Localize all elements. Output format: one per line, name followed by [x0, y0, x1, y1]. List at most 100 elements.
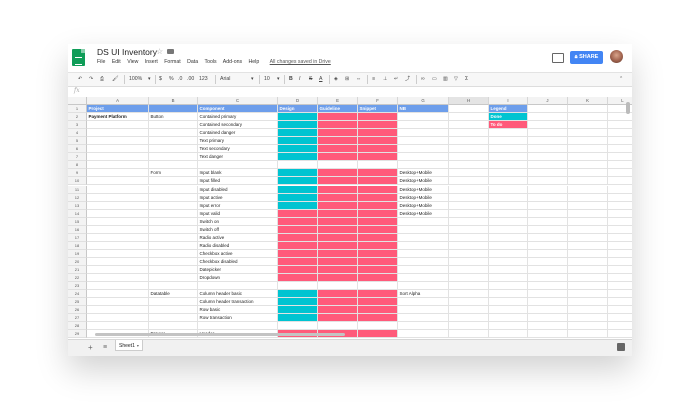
cell-c23[interactable]	[198, 282, 278, 291]
cell-k29[interactable]	[568, 330, 608, 339]
cell-c8[interactable]	[198, 161, 278, 170]
cell-a20[interactable]	[87, 257, 149, 266]
row-header[interactable]: 2	[68, 113, 87, 122]
cell-f13[interactable]	[358, 201, 398, 210]
cell-k9[interactable]	[568, 169, 608, 178]
cell-h24[interactable]	[449, 290, 489, 299]
cell-k22[interactable]	[568, 274, 608, 283]
cell-d18[interactable]	[278, 241, 318, 250]
cell-c6[interactable]: Text secondary	[198, 145, 278, 154]
cell-i8[interactable]	[489, 161, 528, 170]
cell-i22[interactable]	[489, 274, 528, 283]
decrease-decimal-button[interactable]: .0	[178, 76, 182, 83]
cell-k11[interactable]	[568, 185, 608, 194]
cell-j3[interactable]	[528, 121, 568, 130]
cell-e3[interactable]	[318, 121, 358, 130]
cell-a25[interactable]	[87, 298, 149, 307]
cell-d3[interactable]	[278, 121, 318, 130]
menu-edit[interactable]: Edit	[112, 59, 121, 65]
cell-c2[interactable]: Contained primary	[198, 113, 278, 122]
print-icon[interactable]: ⎙	[100, 76, 104, 83]
cell-a21[interactable]	[87, 266, 149, 275]
cell-f25[interactable]	[358, 298, 398, 307]
row-header[interactable]: 18	[68, 241, 87, 250]
cell-b23[interactable]	[149, 282, 198, 291]
cell-l5[interactable]	[608, 137, 632, 146]
cell-l17[interactable]	[608, 234, 632, 242]
cell-k7[interactable]	[568, 153, 608, 162]
cell-h11[interactable]	[449, 185, 489, 194]
cell-f2[interactable]	[358, 113, 398, 122]
cell-l20[interactable]	[608, 258, 632, 266]
cell-l15[interactable]	[608, 218, 632, 226]
cell-a6[interactable]	[87, 145, 149, 154]
cell-a16[interactable]	[87, 225, 149, 234]
cell-k5[interactable]	[568, 137, 608, 146]
cell-j18[interactable]	[528, 241, 568, 250]
cell-h18[interactable]	[449, 241, 489, 250]
cell-g28[interactable]	[398, 322, 449, 331]
cell-e13[interactable]	[318, 201, 358, 210]
cell-b13[interactable]	[149, 201, 198, 210]
row-header[interactable]: 8	[68, 161, 87, 170]
cell-k4[interactable]	[568, 129, 608, 138]
cell-j6[interactable]	[528, 145, 568, 154]
cell-g29[interactable]	[398, 330, 449, 339]
cell-l24[interactable]	[608, 290, 632, 299]
cell-g11[interactable]: Desktop+Mobile	[398, 185, 449, 194]
cell-f19[interactable]	[358, 249, 398, 258]
cell-d25[interactable]	[278, 298, 318, 307]
cell-b26[interactable]	[149, 306, 198, 315]
cell-h20[interactable]	[449, 257, 489, 266]
filter-icon[interactable]: ▽	[454, 76, 458, 83]
cell-k2[interactable]	[568, 113, 608, 122]
cell-f27[interactable]	[358, 314, 398, 323]
cell-h15[interactable]	[449, 217, 489, 226]
column-header-g[interactable]: G	[398, 97, 449, 105]
cell-h28[interactable]	[449, 322, 489, 331]
cell-b12[interactable]	[149, 193, 198, 202]
cell-i13[interactable]	[489, 201, 528, 210]
cell-g18[interactable]	[398, 241, 449, 250]
cell-e26[interactable]	[318, 306, 358, 315]
cell-l12[interactable]	[608, 194, 632, 202]
cell-e24[interactable]	[318, 290, 358, 299]
cell-j19[interactable]	[528, 249, 568, 258]
cell-e14[interactable]	[318, 209, 358, 218]
cell-g17[interactable]	[398, 233, 449, 242]
cell-i4[interactable]	[489, 129, 528, 138]
cell-g22[interactable]	[398, 274, 449, 283]
cell-g8[interactable]	[398, 161, 449, 170]
cell-i11[interactable]	[489, 185, 528, 194]
avatar[interactable]	[610, 50, 623, 63]
row-header[interactable]: 22	[68, 274, 87, 283]
column-header-i[interactable]: I	[489, 97, 528, 105]
vertical-align-icon[interactable]: ⊥	[383, 76, 388, 83]
row-header[interactable]: 21	[68, 266, 87, 275]
cell-g23[interactable]	[398, 282, 449, 291]
cell-l10[interactable]	[608, 177, 632, 186]
cell-g7[interactable]	[398, 153, 449, 162]
cell-h10[interactable]	[449, 177, 489, 186]
redo-icon[interactable]: ↷	[89, 76, 93, 83]
cell-d24[interactable]	[278, 290, 318, 299]
strikethrough-button[interactable]: S	[309, 76, 312, 83]
cell-i21[interactable]	[489, 266, 528, 275]
cell-e10[interactable]	[318, 177, 358, 186]
cell-e12[interactable]	[318, 193, 358, 202]
cell-i29[interactable]	[489, 330, 528, 339]
cell-a12[interactable]	[87, 193, 149, 202]
cell-i17[interactable]	[489, 233, 528, 242]
bold-button[interactable]: B	[289, 76, 293, 83]
cell-h9[interactable]	[449, 169, 489, 178]
cell-g6[interactable]	[398, 145, 449, 154]
cell-i15[interactable]	[489, 217, 528, 226]
cell-a1[interactable]: Project	[87, 105, 149, 114]
cell-h22[interactable]	[449, 274, 489, 283]
cell-b24[interactable]: Datatable	[149, 290, 198, 299]
cell-c26[interactable]: Row basic	[198, 306, 278, 315]
cell-b16[interactable]	[149, 225, 198, 234]
row-header[interactable]: 6	[68, 145, 87, 154]
cell-l25[interactable]	[608, 298, 632, 307]
cell-j21[interactable]	[528, 266, 568, 275]
